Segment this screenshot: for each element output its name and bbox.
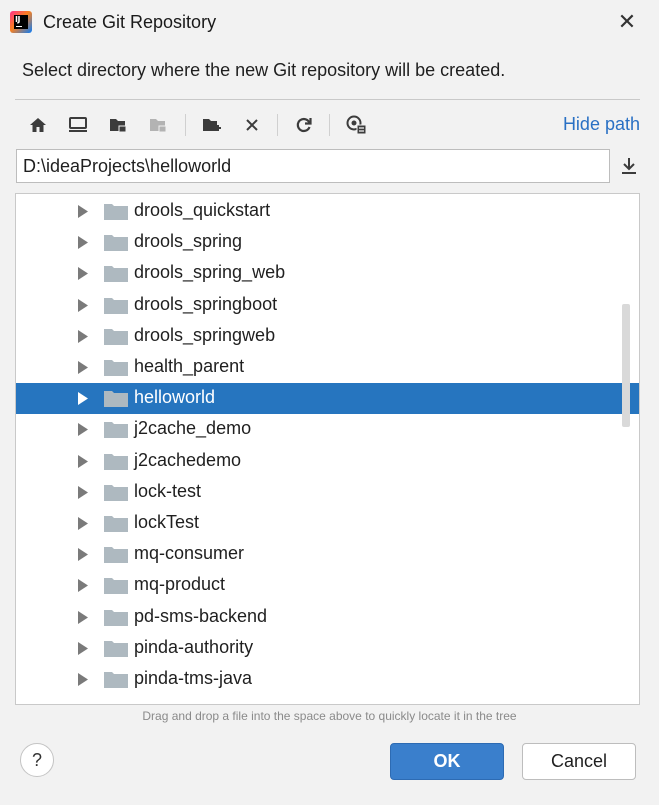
tree-item[interactable]: pinda-tms-java (16, 664, 639, 695)
expand-arrow-icon[interactable] (77, 236, 89, 250)
tree-item[interactable]: mq-product (16, 570, 639, 601)
folder-icon (104, 204, 128, 220)
tree-item-label: drools_spring_web (134, 262, 286, 283)
tree-item-label: mq-product (134, 574, 226, 595)
tree-item-label: lockTest (134, 512, 200, 532)
toolbar-separator (277, 114, 278, 136)
tree-item-label: pd-sms-backend (134, 605, 268, 626)
tree-item-selected[interactable]: helloworld (16, 383, 639, 415)
help-button[interactable]: ? (20, 743, 54, 777)
download-icon[interactable] (616, 151, 642, 181)
tree-item[interactable]: lockTest (16, 508, 639, 539)
module-folder-icon[interactable] (145, 112, 171, 138)
folder-icon (104, 516, 128, 532)
file-chooser-toolbar: Hide path (15, 108, 640, 142)
toolbar-separator (329, 114, 330, 136)
expand-arrow-icon[interactable] (77, 485, 89, 499)
expand-arrow-icon[interactable] (77, 392, 89, 406)
tree-item[interactable]: health_parent (16, 352, 639, 383)
tree-item[interactable]: pinda-authority (16, 633, 639, 664)
tree-item-label: drools_springboot (134, 293, 278, 314)
folder-icon (104, 453, 128, 470)
tree-item-label: j2cache_demo (134, 418, 252, 439)
tree-item-label: mq-consumer (134, 543, 245, 564)
expand-arrow-icon[interactable] (77, 641, 89, 655)
folder-icon (104, 297, 128, 314)
show-hidden-icon[interactable] (343, 112, 369, 138)
dialog-title: Create Git Repository (43, 12, 217, 32)
tree-item[interactable]: lock-test (16, 477, 639, 508)
expand-arrow-icon[interactable] (77, 610, 89, 624)
expand-arrow-icon[interactable] (77, 579, 89, 593)
expand-arrow-icon[interactable] (77, 423, 89, 437)
folder-icon (104, 328, 128, 345)
path-input[interactable] (16, 149, 610, 183)
tree-item[interactable]: drools_spring (16, 227, 639, 258)
tree-item[interactable]: j2cachedemo (16, 446, 639, 477)
tree-item-label: lock-test (134, 480, 202, 501)
create-git-repository-dialog: Create Git Repository ✕ Select directory… (0, 0, 659, 805)
desktop-icon[interactable] (65, 112, 91, 138)
tree-item[interactable]: pd-sms-backend (16, 602, 639, 633)
new-folder-icon[interactable] (199, 112, 225, 138)
folder-icon (104, 266, 128, 283)
folder-icon (104, 235, 128, 252)
tree-bottom-edge (16, 698, 639, 704)
tree-item-label: helloworld (134, 387, 216, 408)
expand-arrow-icon[interactable] (77, 361, 89, 374)
folder-icon (104, 484, 128, 501)
folder-icon (104, 609, 128, 626)
folder-icon (104, 672, 128, 688)
tree-item-label: pinda-authority (134, 636, 254, 657)
expand-arrow-icon[interactable] (77, 205, 89, 218)
tree-item-label: health_parent (134, 356, 245, 376)
tree-item-label: drools_quickstart (134, 200, 271, 220)
tree-item[interactable]: drools_springweb (16, 321, 639, 352)
folder-icon (104, 547, 128, 564)
expand-arrow-icon[interactable] (77, 548, 89, 562)
tree-item[interactable]: drools_quickstart (16, 196, 639, 227)
refresh-icon[interactable] (291, 112, 317, 138)
intellij-logo-icon (10, 11, 32, 33)
tree-item-label: pinda-tms-java (134, 668, 253, 688)
title-bar: Create Git Repository ✕ (0, 0, 659, 46)
tree-item[interactable]: j2cache_demo (16, 414, 639, 445)
close-button[interactable]: ✕ (611, 6, 643, 38)
expand-arrow-icon[interactable] (77, 267, 89, 281)
cancel-button[interactable]: Cancel (522, 743, 636, 780)
folder-icon (104, 422, 128, 439)
tree-item-label: drools_spring (134, 231, 243, 252)
expand-arrow-icon[interactable] (77, 298, 89, 312)
tree-item[interactable]: drools_spring_web (16, 258, 639, 289)
expand-arrow-icon[interactable] (77, 673, 89, 686)
expand-arrow-icon[interactable] (77, 517, 89, 530)
drag-drop-hint: Drag and drop a file into the space abov… (142, 709, 517, 723)
delete-icon[interactable] (239, 112, 265, 138)
toolbar-separator (185, 114, 186, 136)
folder-icon (104, 360, 128, 376)
tree-scrollbar[interactable] (622, 304, 630, 427)
tree-item[interactable]: drools_springboot (16, 290, 639, 321)
instruction-text: Select directory where the new Git repos… (22, 60, 506, 80)
expand-arrow-icon[interactable] (77, 454, 89, 468)
folder-icon (104, 391, 128, 408)
hide-path-link[interactable]: Hide path (563, 114, 640, 135)
home-icon[interactable] (25, 112, 51, 138)
tree-item[interactable]: mq-consumer (16, 539, 639, 570)
expand-arrow-icon[interactable] (77, 329, 89, 343)
divider (15, 99, 640, 100)
directory-tree[interactable]: pinda-tms-java pinda-authority pd-sms-back… (15, 193, 640, 705)
tree-item-label: j2cachedemo (134, 449, 242, 470)
tree-item-label: drools_springweb (134, 324, 276, 345)
project-folder-icon[interactable] (105, 112, 131, 138)
ok-button[interactable]: OK (390, 743, 504, 780)
folder-icon (104, 640, 128, 657)
folder-icon (104, 578, 128, 595)
